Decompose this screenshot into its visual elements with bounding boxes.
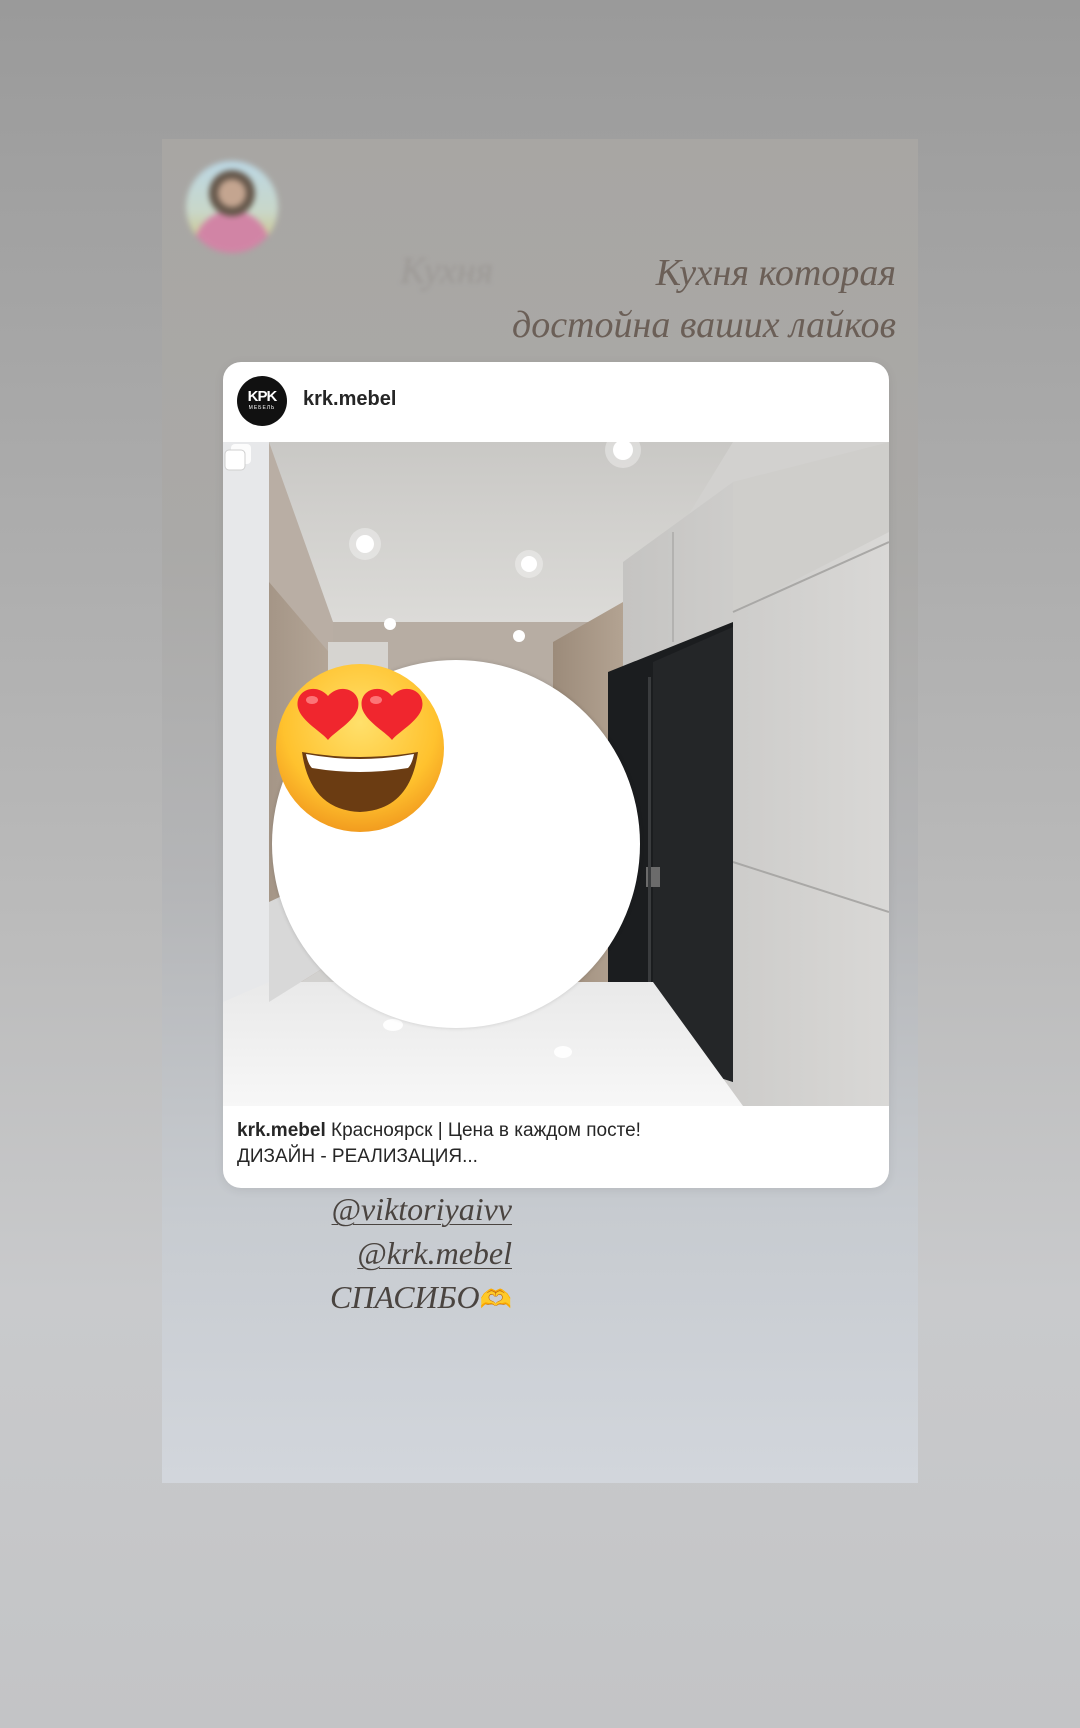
post-caption[interactable]: krk.mebel Красноярск | Цена в каждом пос… xyxy=(237,1118,877,1170)
mention-krk-mebel[interactable]: @krk.mebel xyxy=(357,1235,512,1271)
headline-line-2: достойна ваших лайков xyxy=(511,304,896,346)
post-username[interactable]: krk.mebel xyxy=(303,388,396,411)
post-photo[interactable] xyxy=(223,442,889,1106)
caption-username: krk.mebel xyxy=(237,1120,326,1141)
caption-line-1: krk.mebel Красноярск | Цена в каждом пос… xyxy=(237,1118,877,1144)
emoji-sticker[interactable] xyxy=(272,660,640,1028)
caption-text-1: Красноярск | Цена в каждом посте! xyxy=(325,1120,641,1141)
headline-line-1: Кухня которая xyxy=(655,252,896,294)
brand-logo[interactable]: KPK МЕБЕЛЬ xyxy=(237,376,287,426)
post-header: KPK МЕБЕЛЬ krk.mebel xyxy=(223,362,889,442)
story-author-avatar[interactable] xyxy=(186,161,278,253)
story-headline: Кухня которая достойна ваших лайков xyxy=(512,247,896,351)
shared-post-card[interactable]: KPK МЕБЕЛЬ krk.mebel krk.mebel Красноярс… xyxy=(223,362,889,1188)
multiple-photos-icon xyxy=(224,444,251,471)
heart-eyes-emoji-icon xyxy=(276,664,444,832)
mentions-block: @viktoriyaivv @krk.mebel СПАСИБО🫶 xyxy=(162,1187,512,1322)
caption-line-2: ДИЗАЙН - РЕАЛИЗАЦИЯ... xyxy=(237,1146,478,1167)
brand-logo-text: KPK xyxy=(247,388,278,405)
brand-logo-subtext: МЕБЕЛЬ xyxy=(248,405,276,411)
story-frame: Кухня Кухня которая достойна ваших лайко… xyxy=(162,139,918,1483)
mention-viktoriyaivv[interactable]: @viktoriyaivv xyxy=(332,1191,512,1227)
headline-ghost-text: Кухня xyxy=(400,250,494,292)
heart-hands-emoji: 🫶 xyxy=(479,1285,512,1314)
thanks-text: СПАСИБО xyxy=(329,1279,480,1315)
